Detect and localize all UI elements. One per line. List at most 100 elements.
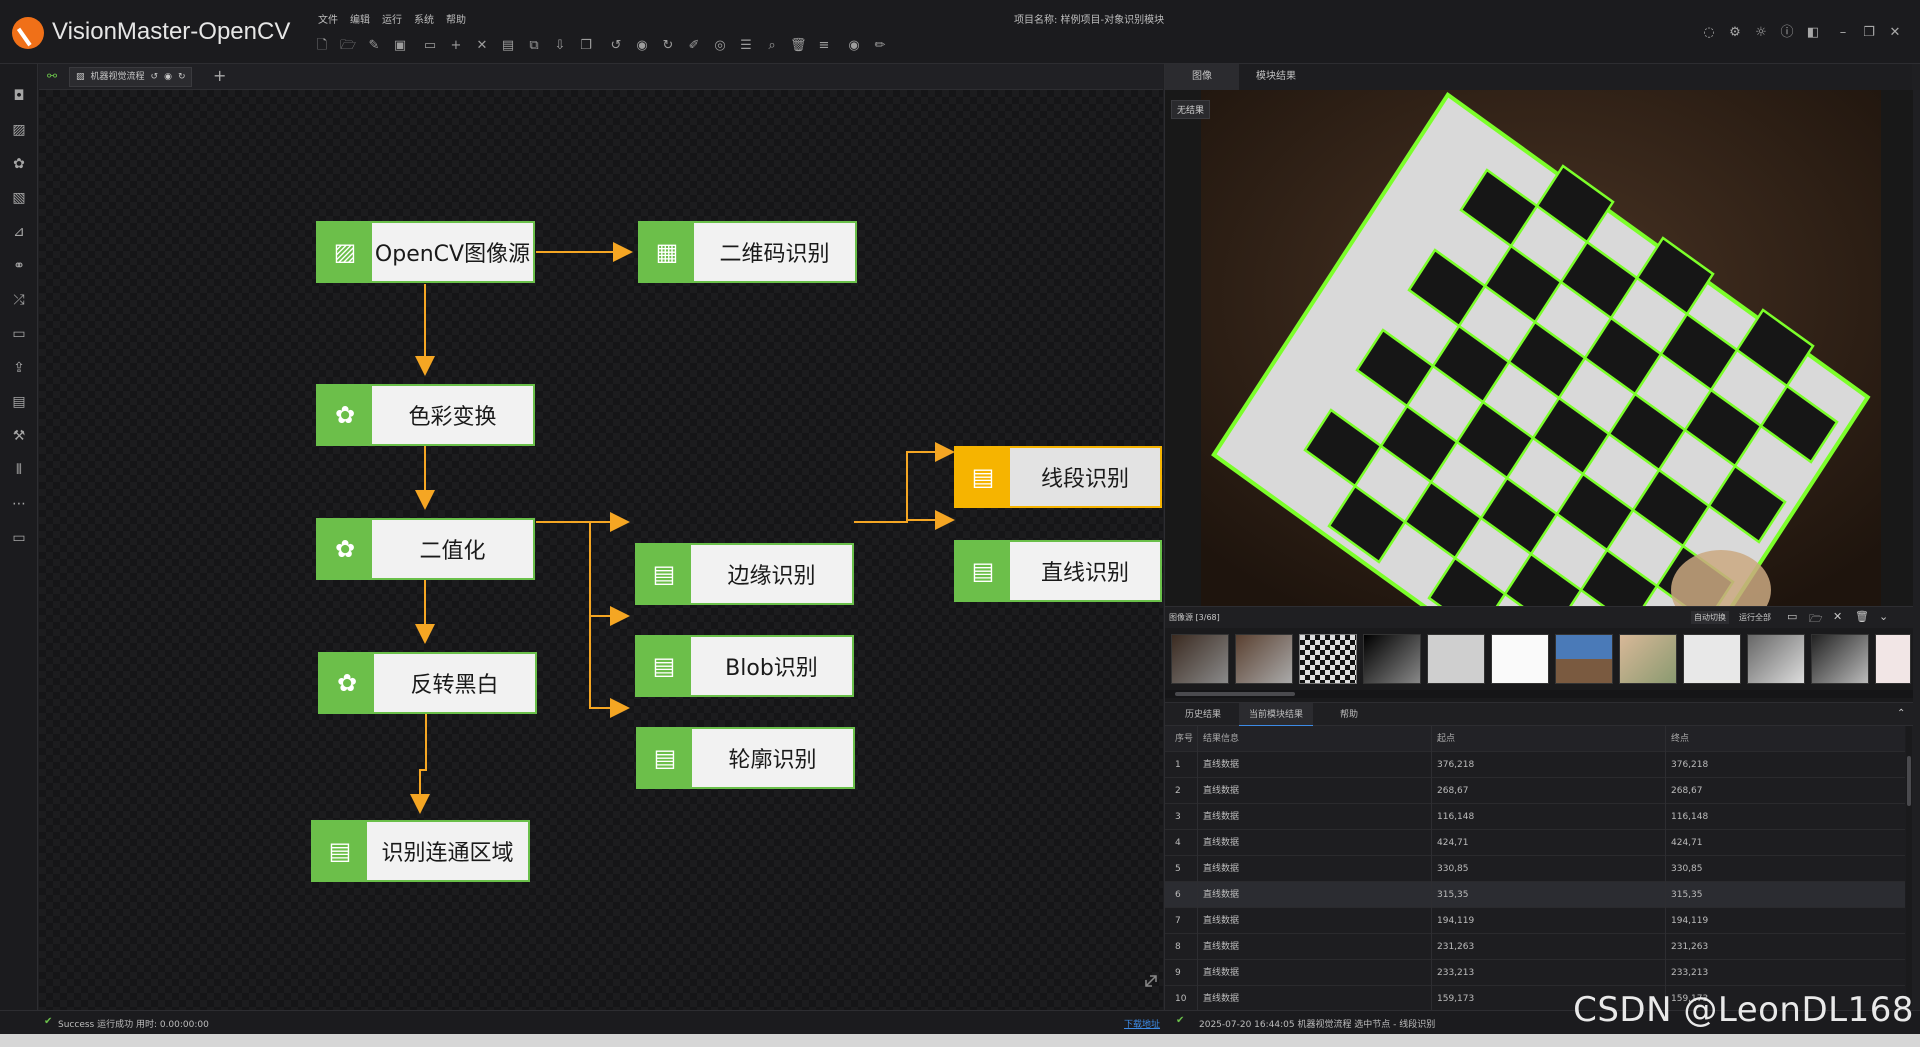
palette-icon[interactable]: ✿ <box>9 154 29 174</box>
code-icon[interactable]: ▭ <box>9 324 29 344</box>
run-all-button[interactable]: 运行全部 <box>1739 612 1771 623</box>
image-icon[interactable]: ▨ <box>9 120 29 140</box>
chevron-down-icon[interactable]: ⌄ <box>1879 610 1888 623</box>
add-tab-icon[interactable]: + <box>213 66 226 85</box>
tools-icon[interactable]: ⚒ <box>9 426 29 446</box>
header-end[interactable]: 终点 <box>1671 726 1689 752</box>
comment-icon[interactable]: ▭ <box>422 38 438 54</box>
tab-reset-icon[interactable]: ↺ <box>151 68 159 86</box>
new-file-icon[interactable]: 🗋 <box>314 38 330 54</box>
node-invert[interactable]: ✿ 反转黑白 <box>318 652 537 714</box>
close-icon[interactable]: ✕ <box>1886 24 1904 42</box>
auto-switch-button[interactable]: 自动切换 <box>1691 611 1729 624</box>
node-opencv-source[interactable]: ▨ OpenCV图像源 <box>316 221 535 283</box>
camera-icon[interactable]: ◘ <box>9 86 29 106</box>
close-icon[interactable]: ✕ <box>1833 610 1842 623</box>
thumbnail[interactable] <box>1235 634 1293 684</box>
download-link[interactable]: 下载地址 <box>1124 1017 1160 1030</box>
restore-icon[interactable]: ❐ <box>1860 24 1878 42</box>
table-row[interactable]: 2 直线数据 268,67 268,67 <box>1165 778 1905 804</box>
layout-icon[interactable]: ▤ <box>500 38 516 54</box>
node-binarize[interactable]: ✿ 二值化 <box>316 518 535 580</box>
table-row[interactable]: 9 直线数据 233,213 233,213 <box>1165 960 1905 986</box>
pattern-icon[interactable]: ▧ <box>9 188 29 208</box>
trash-icon[interactable]: 🗑 <box>790 38 807 54</box>
list-icon[interactable]: ≡ <box>816 38 832 54</box>
table-row[interactable]: 5 直线数据 330,85 330,85 <box>1165 856 1905 882</box>
node-line-segment[interactable]: ▤ 线段识别 <box>954 446 1162 508</box>
shuffle-icon[interactable]: ⤮ <box>9 290 29 310</box>
node-blob[interactable]: ▤ Blob识别 <box>635 635 854 697</box>
barcode-icon[interactable]: ⦀ <box>9 460 29 480</box>
settings-gear-icon[interactable]: ⚙ <box>1726 24 1744 42</box>
table-row[interactable]: 3 直线数据 116,148 116,148 <box>1165 804 1905 830</box>
thumbnail[interactable] <box>1427 634 1485 684</box>
folder-icon[interactable]: 🗁 <box>1809 610 1823 629</box>
thumbnail[interactable] <box>1683 634 1741 684</box>
table-row[interactable]: 4 直线数据 424,71 424,71 <box>1165 830 1905 856</box>
node-edge-detect[interactable]: ▤ 边缘识别 <box>635 543 854 605</box>
menu-edit[interactable]: 编辑 <box>350 11 370 26</box>
tab-history-result[interactable]: 历史结果 <box>1173 703 1233 727</box>
save-icon[interactable]: ▣ <box>392 38 408 54</box>
tab-record-icon[interactable]: ◉ <box>164 68 172 86</box>
view-icon[interactable]: ◎ <box>712 38 728 54</box>
theme-icon[interactable]: ◌ <box>1700 24 1718 42</box>
undo-icon[interactable]: ↺ <box>608 38 624 54</box>
table-row[interactable]: 7 直线数据 194,119 194,119 <box>1165 908 1905 934</box>
thumbnail[interactable] <box>1875 634 1911 684</box>
tab-current-module-result[interactable]: 当前模块结果 <box>1239 703 1313 727</box>
thumbnail[interactable] <box>1491 634 1549 684</box>
table-row[interactable]: 6 直线数据 315,35 315,35 <box>1165 882 1905 908</box>
table-row[interactable]: 1 直线数据 376,218 376,218 <box>1165 752 1905 778</box>
tab-machine-vision-flow[interactable]: ▨ 机器视觉流程 ↺ ◉ ↻ <box>69 67 193 87</box>
sun-icon[interactable]: ☼ <box>1752 24 1770 42</box>
trash-icon[interactable]: 🗑 <box>1855 610 1869 623</box>
node-straight-line[interactable]: ▤ 直线识别 <box>954 540 1162 602</box>
measure-icon[interactable]: ⊿ <box>9 222 29 242</box>
thumbnail[interactable] <box>1555 634 1613 684</box>
thumbnail[interactable] <box>1747 634 1805 684</box>
layout-toggle-icon[interactable]: ◧ <box>1804 24 1822 42</box>
header-index[interactable]: 序号 <box>1175 726 1193 752</box>
eye-icon[interactable]: ◉ <box>846 38 862 54</box>
graph-icon[interactable]: ⚭ <box>9 256 29 276</box>
refresh-icon[interactable]: ↻ <box>660 38 676 54</box>
more-icon[interactable]: ⋯ <box>9 494 29 514</box>
panel-icon[interactable]: ▤ <box>9 392 29 412</box>
import-icon[interactable]: ⇩ <box>552 38 568 54</box>
flow-share-icon[interactable]: ⚯ <box>47 69 57 83</box>
add-icon[interactable]: + <box>448 38 464 54</box>
menu-run[interactable]: 运行 <box>382 11 402 26</box>
brush-icon[interactable]: ✐ <box>686 38 702 54</box>
flow-canvas[interactable]: ▨ OpenCV图像源 ▦ 二维码识别 ✿ 色彩变换 ✿ 二值化 ✿ 反转黑白 … <box>39 90 1163 1010</box>
pen-icon[interactable]: ✏ <box>872 38 888 54</box>
monitor-icon[interactable]: ▭ <box>9 528 29 548</box>
info-icon[interactable]: ⓘ <box>1778 24 1796 42</box>
upload-icon[interactable]: ⇪ <box>9 358 29 378</box>
open-folder-icon[interactable]: 🗁 <box>340 38 356 54</box>
chevron-up-icon[interactable]: ⌃ <box>1897 708 1905 719</box>
thumbnail-scrollbar[interactable] <box>1165 690 1913 698</box>
window-icon[interactable]: ▭ <box>1787 610 1797 623</box>
copy-icon[interactable]: ❐ <box>578 38 594 54</box>
image-viewer[interactable]: 无结果 <box>1165 90 1913 606</box>
header-info[interactable]: 结果信息 <box>1203 726 1239 752</box>
thumbnail[interactable] <box>1811 634 1869 684</box>
node-qrcode[interactable]: ▦ 二维码识别 <box>638 221 857 283</box>
tab-refresh-icon[interactable]: ↻ <box>178 68 186 86</box>
menu-file[interactable]: 文件 <box>318 11 338 26</box>
node-color-transform[interactable]: ✿ 色彩变换 <box>316 384 535 446</box>
align-icon[interactable]: ☰ <box>738 38 754 54</box>
tab-image[interactable]: 图像 <box>1165 64 1239 90</box>
thumbnail[interactable] <box>1363 634 1421 684</box>
export-icon[interactable]: ⧉ <box>526 38 542 54</box>
search-icon[interactable]: ⌕ <box>764 38 780 54</box>
node-contour[interactable]: ▤ 轮廓识别 <box>636 727 855 789</box>
minimize-icon[interactable]: – <box>1834 24 1852 42</box>
thumbnail[interactable] <box>1171 634 1229 684</box>
node-connected-regions[interactable]: ▤ 识别连通区域 <box>311 820 530 882</box>
delete-node-icon[interactable]: ✕ <box>474 38 490 54</box>
header-start[interactable]: 起点 <box>1437 726 1455 752</box>
menu-system[interactable]: 系统 <box>414 11 434 26</box>
